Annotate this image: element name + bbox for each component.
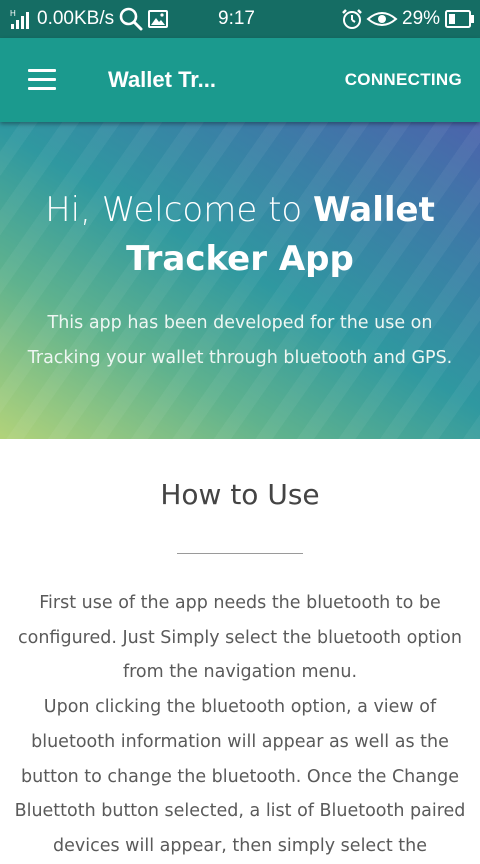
- network-speed: 0.00KB/s: [37, 8, 115, 29]
- clock-time: 9:17: [218, 8, 255, 29]
- welcome-title-bold-2: Tracker App: [126, 239, 354, 279]
- how-to-use-paragraph-1: First use of the app needs the bluetooth…: [18, 593, 462, 683]
- connecting-button[interactable]: CONNECTING: [345, 38, 462, 122]
- section-divider: [177, 553, 303, 554]
- status-bar: H 0.00KB/s 9:17 29%: [0, 0, 480, 38]
- how-to-use-heading: How to Use: [160, 478, 320, 511]
- hero-banner: Hi, Welcome to Wallet Tracker App This a…: [0, 122, 480, 439]
- hamburger-menu-icon[interactable]: [28, 69, 56, 91]
- how-to-use-text: First use of the app needs the bluetooth…: [14, 586, 466, 864]
- welcome-subtitle: This app has been developed for the use …: [27, 313, 453, 368]
- how-to-use-paragraph-2: Upon clicking the bluetooth option, a vi…: [14, 697, 466, 856]
- signal-icon: H: [10, 0, 34, 38]
- battery-percent: 29%: [402, 8, 441, 29]
- app-title: Wallet Tr...: [108, 67, 216, 92]
- svg-text:H: H: [10, 9, 16, 18]
- search-icon: [118, 0, 144, 38]
- image-icon: [148, 0, 168, 38]
- welcome-title: Hi, Welcome to Wallet Tracker App: [20, 186, 460, 284]
- welcome-title-light: Hi, Welcome to: [45, 190, 314, 230]
- battery-icon: [445, 0, 475, 38]
- alarm-icon: [341, 0, 363, 38]
- welcome-title-bold-1: Wallet: [313, 190, 435, 230]
- eye-icon: [366, 0, 398, 38]
- app-bar: Wallet Tr... CONNECTING: [0, 38, 480, 122]
